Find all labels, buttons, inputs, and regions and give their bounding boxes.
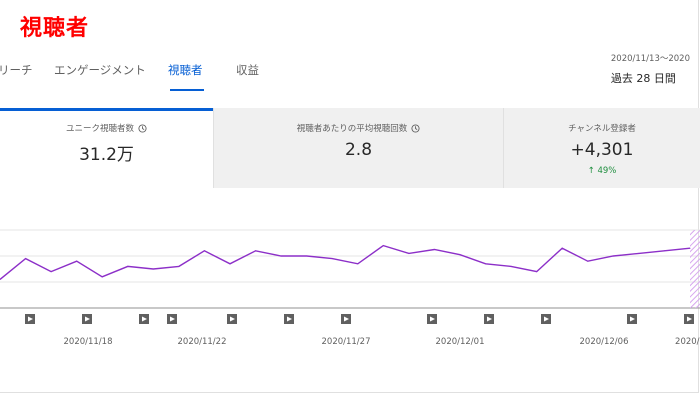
series-line xyxy=(0,244,691,280)
clock-icon xyxy=(411,123,420,133)
tab-revenue[interactable]: 収益 xyxy=(236,62,259,78)
data-point xyxy=(50,271,52,273)
video-marker-icon xyxy=(82,314,92,324)
x-tick-label: 2020/11/27 xyxy=(322,337,371,347)
data-point xyxy=(178,265,180,267)
overlay-title: 視聴者 xyxy=(20,16,90,41)
tab-reach[interactable]: リーチ xyxy=(0,62,33,78)
data-point xyxy=(76,260,78,262)
metric-card-avg-views[interactable]: 視聴者あたりの平均視聴回数 2.8 xyxy=(213,108,503,188)
data-point xyxy=(459,254,461,256)
video-marker-icon xyxy=(227,314,237,324)
video-marker-icon xyxy=(627,314,637,324)
x-tick-label: 2020/12/06 xyxy=(580,337,629,347)
data-point xyxy=(127,265,129,267)
x-tick-label: 2020/12/01 xyxy=(436,337,485,347)
metric-label: ユニーク視聴者数 xyxy=(65,124,134,134)
data-point xyxy=(25,258,27,260)
video-marker-icon xyxy=(25,314,35,324)
x-tick-label: 2020/11/22 xyxy=(178,337,227,347)
data-point xyxy=(433,249,435,250)
video-marker-icon xyxy=(284,314,294,324)
data-point xyxy=(408,252,410,254)
metric-card-unique-viewers[interactable]: ユニーク視聴者数 31.2万 xyxy=(0,108,213,188)
tab-engagement[interactable]: エンゲージメント xyxy=(54,62,146,78)
audience-chart: 2020/11/18 2020/11/22 2020/11/27 2020/12/01… xyxy=(0,200,700,400)
video-marker-icon xyxy=(427,314,437,324)
date-range-text: 2020/11/13～2020 xyxy=(610,54,690,64)
data-point xyxy=(587,260,589,262)
data-point xyxy=(255,250,257,252)
data-point xyxy=(561,247,563,249)
metric-cards: ユニーク視聴者数 31.2万 視聴者あたりの平均視聴回数 2.8 チャンネル登録… xyxy=(0,108,700,188)
data-point xyxy=(280,255,282,257)
incomplete-data-region xyxy=(690,230,700,308)
active-tab-indicator xyxy=(170,89,204,91)
video-marker-icon xyxy=(684,314,694,324)
date-period-label: 過去 28 日間 xyxy=(610,72,676,85)
data-point xyxy=(203,250,205,252)
data-point xyxy=(306,255,308,257)
data-point xyxy=(612,255,614,257)
video-marker-icon xyxy=(139,314,149,324)
line-chart-svg: 2020/11/18 2020/11/22 2020/11/27 2020/12/01… xyxy=(0,229,700,347)
metric-card-subscribers[interactable]: チャンネル登録者 +4,301 ↑ 49% xyxy=(503,108,700,188)
date-range-picker[interactable]: 2020/11/13～2020 過去 28 日間 xyxy=(611,52,690,86)
data-point xyxy=(101,276,103,278)
metric-label: 視聴者あたりの平均視聴回数 xyxy=(296,124,408,134)
video-marker-icon xyxy=(541,314,551,324)
metric-value: 31.2万 xyxy=(79,145,134,165)
video-marker-icon xyxy=(484,314,494,324)
clock-icon xyxy=(138,123,147,133)
metric-label: チャンネル登録者 xyxy=(568,124,636,134)
arrow-up-icon: ↑ xyxy=(587,166,598,176)
video-marker-icon xyxy=(341,314,351,324)
data-point xyxy=(689,247,691,249)
data-point xyxy=(536,271,538,273)
x-tick-label: 2020/1 xyxy=(675,337,700,347)
metric-value: +4,301 xyxy=(570,140,634,160)
tab-audience[interactable]: 視聴者 xyxy=(168,62,203,78)
data-point xyxy=(485,263,487,265)
data-point xyxy=(638,252,640,254)
metric-change: ↑ 49% xyxy=(587,166,617,176)
data-point xyxy=(663,250,665,252)
data-point xyxy=(152,268,154,270)
x-tick-label: 2020/11/18 xyxy=(64,337,113,347)
metric-value: 2.8 xyxy=(344,140,373,160)
data-point xyxy=(510,265,512,267)
video-marker-icon xyxy=(167,314,177,324)
data-point xyxy=(382,245,384,247)
data-point xyxy=(357,263,359,265)
data-point xyxy=(331,258,333,260)
data-point xyxy=(229,263,231,265)
